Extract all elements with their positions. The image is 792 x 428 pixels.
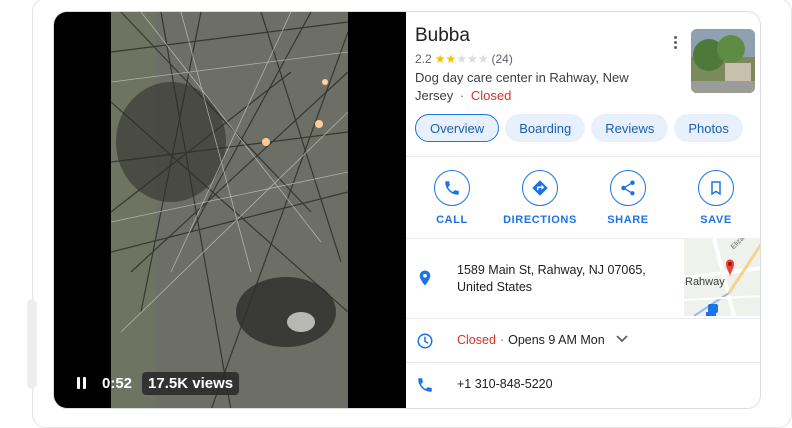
star-filled-icon: ★ (434, 52, 446, 66)
place-info-panel: Bubba 2.2 ★ ★ ★ ★ ★ (24) Dog day care center… (406, 12, 760, 408)
more-options-icon[interactable] (668, 34, 682, 50)
address-line-2: United States (457, 280, 533, 294)
divider (406, 318, 760, 319)
hours-row[interactable]: Closed · Opens 9 AM Mon (457, 333, 629, 347)
separator: · (499, 333, 505, 347)
place-name[interactable]: Bubba (415, 25, 470, 47)
star-rating-icon: ★ ★ ★ ★ ★ (435, 52, 489, 66)
rating-row[interactable]: 2.2 ★ ★ ★ ★ ★ (24) (415, 52, 513, 66)
bookmark-icon (698, 170, 734, 206)
share-icon (610, 170, 646, 206)
video-controls: 0:52 17.5K views (70, 370, 240, 396)
tab-photos[interactable]: Photos (674, 114, 743, 142)
location-pin-icon (416, 268, 434, 293)
tab-reviews[interactable]: Reviews (591, 114, 669, 142)
place-card: 0:52 17.5K views Bubba 2.2 ★ ★ ★ ★ ★ (24) Do… (53, 11, 761, 409)
divider (406, 362, 760, 363)
video-thumbnail-image (111, 12, 348, 408)
hours-next-open: Opens 9 AM Mon (508, 333, 605, 347)
hours-status: Closed (457, 333, 496, 347)
map-town-label: Rahway (685, 276, 725, 288)
address-line-1: 1589 Main St, Rahway, NJ 07065, (457, 263, 646, 277)
share-label: SHARE (607, 214, 649, 226)
review-count: (24) (491, 52, 513, 66)
pause-icon[interactable] (70, 372, 92, 394)
star-empty-icon: ★ (466, 52, 478, 66)
directions-button[interactable]: DIRECTIONS (500, 170, 580, 226)
open-status: Closed (470, 88, 512, 103)
divider (406, 156, 760, 157)
place-category: Dog day care center in Rahway, New Jerse… (415, 69, 645, 105)
tab-overview[interactable]: Overview (415, 114, 500, 142)
video-frame (111, 12, 348, 408)
directions-icon (522, 170, 558, 206)
tab-boarding[interactable]: Boarding (505, 114, 586, 142)
save-button[interactable]: SAVE (676, 170, 756, 226)
save-label: SAVE (700, 214, 732, 226)
clock-icon (416, 332, 434, 355)
star-filled-icon: ★ (445, 52, 457, 66)
video-player[interactable]: 0:52 17.5K views (54, 12, 406, 408)
share-button[interactable]: SHARE (588, 170, 668, 226)
directions-label: DIRECTIONS (503, 214, 577, 226)
phone-icon (434, 170, 470, 206)
category-text: Dog day care center in Rahway, New Jerse… (415, 70, 629, 103)
call-label: CALL (436, 214, 468, 226)
rating-value: 2.2 (415, 52, 432, 66)
video-view-count: 17.5K views (142, 371, 240, 395)
mini-map[interactable]: Rahway Elizabeth A (684, 238, 760, 316)
action-buttons: CALL DIRECTIONS SHARE SAVE (406, 170, 760, 226)
phone-number[interactable]: +1 310-848-5220 (457, 377, 553, 391)
place-tabs: Overview Boarding Reviews Photos (415, 114, 743, 142)
star-empty-icon: ★ (477, 52, 489, 66)
video-elapsed-time: 0:52 (102, 374, 133, 392)
side-handle (27, 299, 37, 389)
place-photo[interactable] (691, 29, 755, 93)
call-button[interactable]: CALL (412, 170, 492, 226)
chevron-down-icon[interactable] (615, 333, 629, 347)
address[interactable]: 1589 Main St, Rahway, NJ 07065, United S… (457, 262, 677, 296)
phone-icon (416, 376, 434, 399)
star-empty-icon: ★ (456, 52, 467, 66)
separator: · (459, 88, 465, 103)
